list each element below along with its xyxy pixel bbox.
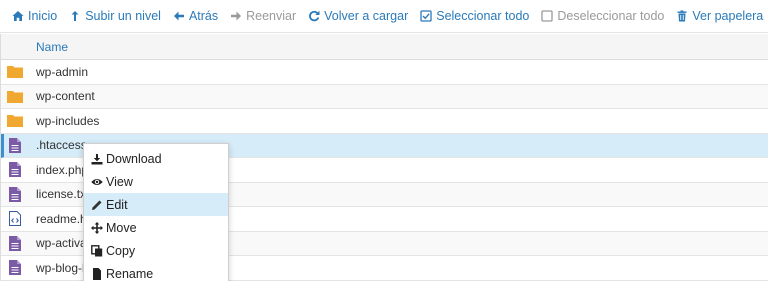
menu-item-label: Copy [106, 243, 136, 258]
file-text-icon [7, 260, 23, 276]
forward-label: Reenviar [246, 9, 297, 23]
level-up-icon [71, 11, 79, 21]
up-level-label: Subir un nivel [85, 9, 161, 23]
menu-item-label: View [106, 174, 133, 189]
check-square-icon [420, 10, 432, 22]
back-button[interactable]: Atrás [167, 0, 224, 33]
reload-label: Volver a cargar [324, 9, 409, 23]
menu-item-rename[interactable]: Rename [84, 262, 228, 281]
file-name: readme.h [36, 211, 87, 226]
arrow-right-icon [231, 11, 242, 21]
refresh-icon [309, 10, 320, 22]
select-all-label: Seleccionar todo [436, 9, 530, 23]
eye-icon [91, 178, 103, 185]
name-column-header[interactable]: Name [36, 40, 68, 54]
menu-item-edit[interactable]: Edit [84, 193, 228, 216]
pencil-icon [92, 200, 102, 210]
back-label: Atrás [188, 9, 219, 23]
menu-item-label: Rename [106, 266, 154, 281]
file-name: wp-admin [36, 64, 89, 79]
file-text-icon [7, 186, 23, 202]
folder-icon [7, 88, 23, 104]
menu-item-move[interactable]: Move [84, 216, 228, 239]
copy-icon [91, 244, 103, 256]
table-row[interactable]: wp-content [1, 84, 768, 109]
menu-item-label: Edit [106, 197, 128, 212]
table-row[interactable]: wp-admin [1, 60, 768, 85]
view-trash-button[interactable]: Ver papelera [670, 0, 768, 33]
reload-button[interactable]: Volver a cargar [302, 0, 414, 33]
file-code-icon [7, 211, 23, 227]
file-name: .htaccess [36, 138, 87, 153]
deselect-all-button[interactable]: Deseleccionar todo [535, 0, 670, 33]
square-icon [541, 10, 554, 22]
forward-button[interactable]: Reenviar [224, 0, 302, 33]
move-icon [91, 221, 103, 234]
home-label: Inicio [28, 9, 58, 23]
table-row[interactable]: wp-includes [1, 109, 768, 134]
menu-item-label: Move [106, 220, 137, 235]
folder-icon [7, 64, 23, 80]
select-all-button[interactable]: Seleccionar todo [414, 0, 535, 33]
file-name: wp-activa [36, 236, 87, 251]
up-level-button[interactable]: Subir un nivel [63, 0, 167, 33]
toolbar: Inicio Subir un nivel Atrás Reenviar Vol… [0, 0, 768, 33]
table-header: Name [1, 34, 768, 60]
home-button[interactable]: Inicio [6, 0, 63, 33]
deselect-all-label: Deseleccionar todo [557, 9, 665, 23]
file-text-icon [7, 235, 23, 251]
download-icon [91, 153, 103, 164]
arrow-left-icon [173, 11, 184, 21]
menu-item-download[interactable]: Download [84, 147, 228, 170]
menu-item-label: Download [106, 151, 162, 166]
home-icon [12, 11, 24, 21]
file-name: wp-content [36, 89, 95, 104]
file-text-icon [7, 162, 23, 178]
view-trash-label: Ver papelera [692, 9, 764, 23]
context-menu: Download View Edit Move Copy Rename [83, 143, 229, 281]
file-name: wp-includes [36, 113, 100, 128]
file-icon [93, 267, 101, 280]
file-name: license.txt [36, 187, 90, 202]
file-text-icon [7, 137, 23, 153]
menu-item-view[interactable]: View [84, 170, 228, 193]
folder-icon [7, 113, 23, 129]
file-name: index.php [36, 162, 89, 177]
file-name: wp-blog-h [36, 260, 89, 275]
trash-icon [677, 10, 687, 22]
menu-item-copy[interactable]: Copy [84, 239, 228, 262]
